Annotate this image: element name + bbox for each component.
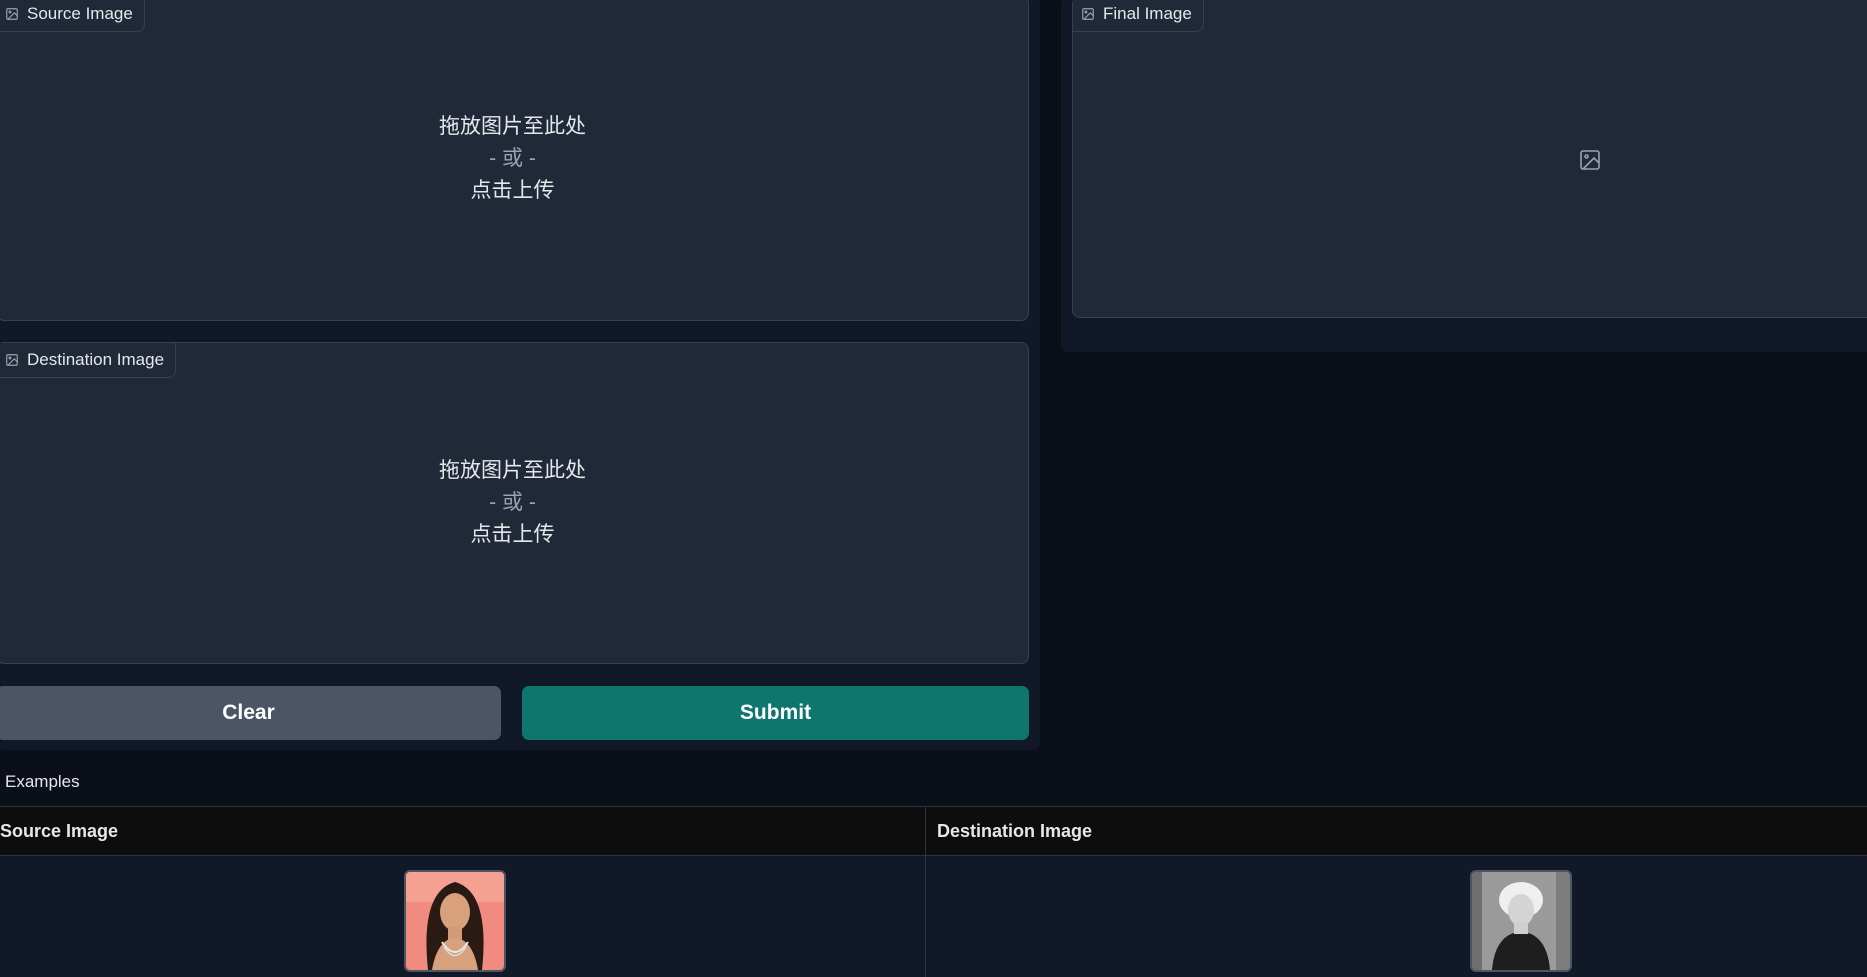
image-icon [1082,8,1094,20]
examples-table: Source Image Destination Image [0,806,1867,977]
example-source-thumbnail[interactable] [404,870,506,972]
final-image-output: Final Image [1072,0,1867,318]
destination-image-label: Destination Image [0,343,177,378]
or-separator: - 或 - [489,146,536,170]
drop-text: 拖放图片至此处 [439,114,586,138]
examples-col-destination: Destination Image [937,820,1093,841]
destination-drop-zone[interactable]: 拖放图片至此处 - 或 - 点击上传 [0,343,1028,663]
final-image-label-text: Final Image [1103,4,1192,23]
column-divider [925,806,926,977]
portrait-photo [406,872,504,970]
image-icon [6,354,18,366]
source-image-label-text: Source Image [27,4,133,23]
examples-header-row: Source Image Destination Image [0,806,1867,856]
click-upload-text: 点击上传 [470,178,555,202]
portrait-photo [1472,872,1570,970]
click-upload-text: 点击上传 [470,523,555,546]
examples-row[interactable] [0,856,1867,977]
destination-image-label-text: Destination Image [27,350,165,369]
source-drop-zone[interactable]: 拖放图片至此处 - 或 - 点击上传 [0,0,1028,320]
destination-image-upload[interactable]: 拖放图片至此处 - 或 - 点击上传 Destination Image [0,342,1029,664]
final-image-label: Final Image [1073,0,1204,32]
image-placeholder-icon [1580,150,1600,170]
image-icon [6,8,18,20]
or-separator: - 或 - [489,491,536,514]
source-image-upload[interactable]: 拖放图片至此处 - 或 - 点击上传 Source Image [0,0,1029,321]
clear-button[interactable]: Clear [0,686,501,740]
examples-col-source: Source Image [0,820,119,841]
examples-label: Examples [5,772,80,791]
source-image-label: Source Image [0,0,145,32]
example-destination-thumbnail[interactable] [1470,870,1572,972]
drop-text: 拖放图片至此处 [439,459,586,482]
submit-button[interactable]: Submit [522,686,1029,740]
